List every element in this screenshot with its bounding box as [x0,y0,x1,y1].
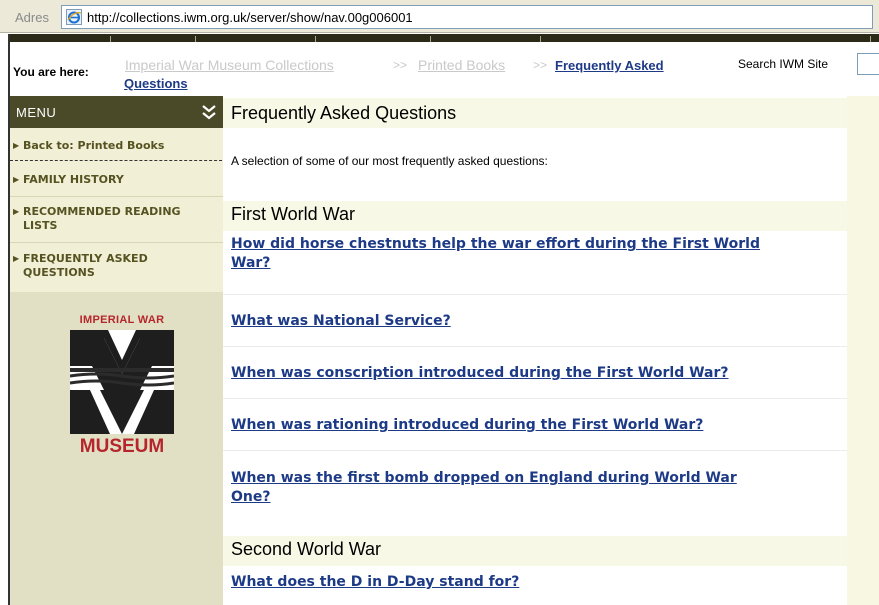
menu-divider [10,196,223,197]
right-pane [847,96,879,605]
header-strip [10,34,879,42]
sidebar-item-back-printed-books[interactable]: ▶ Back to: Printed Books [10,139,223,153]
sidebar-menu: ▶ Back to: Printed Books ▶ FAMILY HISTOR… [10,128,232,292]
breadcrumb-current-faq-line2[interactable]: Questions [124,76,188,91]
arrow-right-icon: ▶ [13,207,20,216]
address-bar: Adres http://collections.iwm.org.uk/serv… [0,0,879,33]
breadcrumb-link-printed-books[interactable]: Printed Books [418,57,505,73]
breadcrumb-current-faq[interactable]: Frequently Asked [555,58,664,73]
sidebar-item-recommended-reading[interactable]: ▶ RECOMMENDED READING LISTS [10,205,223,233]
faq-link-national-service[interactable]: What was National Service? [231,312,837,331]
faq-link-text-line2: War? [231,255,271,271]
logo-text-bottom: MUSEUM [79,436,165,457]
faq-link-text: What does the D in D-Day stand for? [231,574,520,590]
main-content: Frequently Asked Questions A selection o… [223,96,847,605]
sidebar-item-label: FAMILY HISTORY [23,173,124,186]
arrow-right-icon: ▶ [13,141,20,150]
menu-title: MENU [16,105,57,120]
sidebar-item-label-line2: QUESTIONS [23,266,95,279]
faq-link-conscription[interactable]: When was conscription introduced during … [231,364,837,383]
breadcrumb-separator: >> [393,58,408,72]
address-label: Adres [15,10,49,25]
sidebar-item-family-history[interactable]: ▶ FAMILY HISTORY [10,173,223,187]
section-header-ww2: Second World War [223,536,847,566]
logo-panel: IMPERIAL WAR MUSEUM [10,292,223,605]
faq-link-horse-chestnuts[interactable]: How did horse chestnuts help the war eff… [231,235,837,273]
divider [223,346,847,347]
divider [223,294,847,295]
page-title-bar: Frequently Asked Questions [223,98,847,128]
faq-link-text-line2: One? [231,489,271,505]
menu-divider [10,242,223,243]
arrow-right-icon: ▶ [13,175,20,184]
breadcrumb-prefix: You are here: [13,65,89,79]
address-input[interactable]: http://collections.iwm.org.uk/server/sho… [61,5,873,29]
breadcrumb: You are here: Imperial War Museum Collec… [10,42,879,96]
sidebar-item-label-line2: LISTS [23,219,58,232]
logo-text-top: IMPERIAL WAR [79,314,165,326]
sidebar-item-label: Back to: Printed Books [23,139,165,152]
menu-header[interactable]: MENU [10,96,223,128]
intro-text: A selection of some of our most frequent… [231,154,548,168]
breadcrumb-link-collections[interactable]: Imperial War Museum Collections [125,57,334,73]
chevron-down-icon[interactable] [200,102,218,122]
faq-link-text: When was rationing introduced during the… [231,417,704,433]
page-title: Frequently Asked Questions [231,103,457,123]
faq-link-text: What was National Service? [231,313,451,329]
sidebar-item-label: RECOMMENDED READING [23,205,181,218]
address-url: http://collections.iwm.org.uk/server/sho… [87,10,413,25]
faq-link-text: How did horse chestnuts help the war eff… [231,236,760,252]
faq-link-rationing[interactable]: When was rationing introduced during the… [231,416,837,435]
search-label: Search IWM Site [738,57,829,71]
iwm-logo[interactable]: IMPERIAL WAR MUSEUM [62,314,182,460]
breadcrumb-separator: >> [533,58,548,72]
faq-link-text: When was the first bomb dropped on Engla… [231,470,737,486]
divider [223,398,847,399]
sidebar-item-faq[interactable]: ▶ FREQUENTLY ASKED QUESTIONS [10,252,223,280]
faq-link-d-day[interactable]: What does the D in D-Day stand for? [231,573,837,592]
section-header-ww1: First World War [223,201,847,231]
section-title: Second World War [231,539,382,559]
iwm-logo-mark-icon [70,330,174,434]
ie-page-icon [66,9,82,25]
section-title: First World War [231,204,355,224]
sidebar-item-label: FREQUENTLY ASKED [23,252,148,265]
faq-link-text: When was conscription introduced during … [231,365,729,381]
menu-divider [10,160,232,161]
faq-link-first-bomb[interactable]: When was the first bomb dropped on Engla… [231,469,837,507]
search-input[interactable] [857,53,879,75]
divider [223,450,847,451]
arrow-right-icon: ▶ [13,254,20,263]
